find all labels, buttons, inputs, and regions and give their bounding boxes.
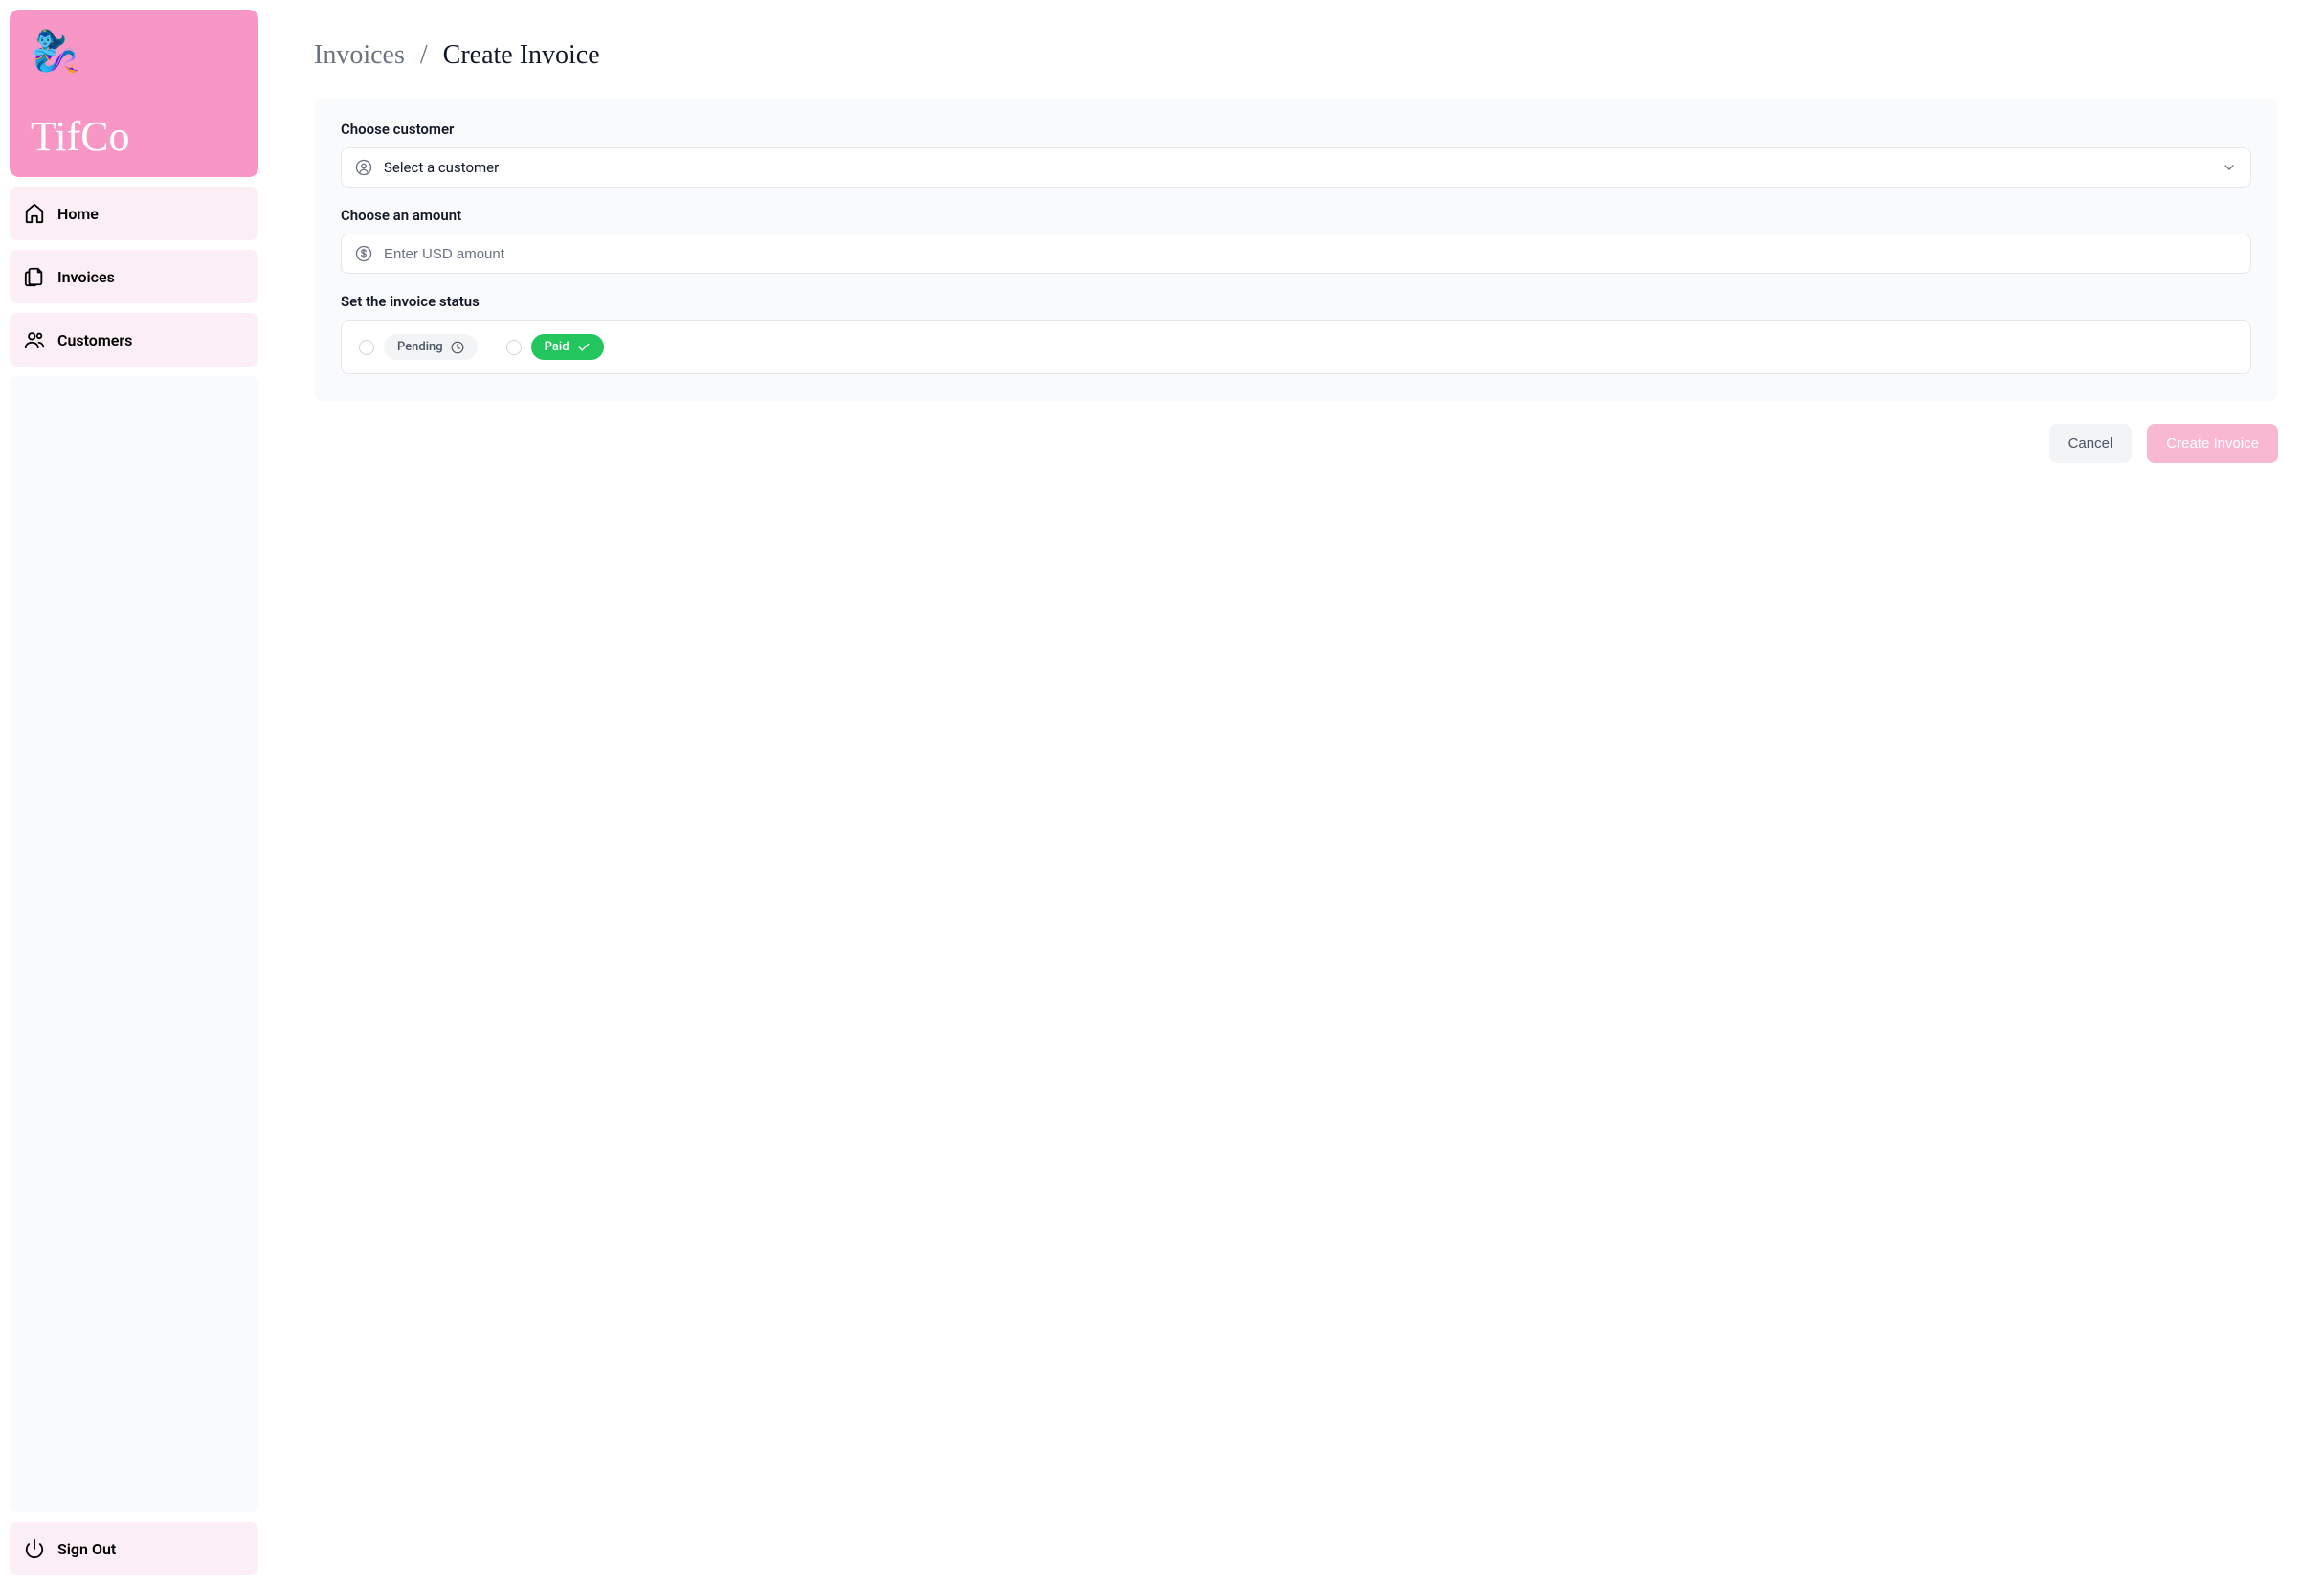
status-option-pending[interactable]: Pending xyxy=(359,334,478,360)
sidebar-item-label: Customers xyxy=(57,331,132,349)
paid-badge-label: Paid xyxy=(545,340,570,354)
amount-label: Choose an amount xyxy=(341,207,2251,224)
paid-badge: Paid xyxy=(531,334,604,360)
customer-select[interactable]: Select a customer xyxy=(341,147,2251,188)
create-invoice-button[interactable]: Create Invoice xyxy=(2147,424,2278,463)
breadcrumb: Invoices / Create Invoice xyxy=(314,40,2278,71)
customer-label: Choose customer xyxy=(341,121,2251,138)
sidebar-item-label: Sign Out xyxy=(57,1540,116,1558)
breadcrumb-separator: / xyxy=(420,40,428,71)
amount-input[interactable] xyxy=(384,246,2237,262)
users-icon xyxy=(23,328,46,351)
customer-group: Choose customer Select a customer xyxy=(341,121,2251,188)
form-actions: Cancel Create Invoice xyxy=(314,424,2278,463)
chevron-down-icon xyxy=(2222,160,2237,175)
clock-icon xyxy=(451,341,464,354)
power-icon xyxy=(23,1537,46,1560)
cancel-button[interactable]: Cancel xyxy=(2049,424,2133,463)
sidebar-item-label: Invoices xyxy=(57,268,115,286)
sidebar-item-customers[interactable]: Customers xyxy=(10,313,258,367)
brand-emoji: 🧞‍♀️ xyxy=(31,33,237,73)
customer-select-value: Select a customer xyxy=(384,159,2210,176)
sidebar-item-signout[interactable]: Sign Out xyxy=(10,1522,258,1575)
amount-input-wrapper xyxy=(341,234,2251,274)
main-content: Invoices / Create Invoice Choose custome… xyxy=(268,0,2324,1585)
status-group: Set the invoice status Pending xyxy=(341,293,2251,374)
dollar-icon xyxy=(355,245,372,262)
form-card: Choose customer Select a customer xyxy=(314,98,2278,401)
brand-card[interactable]: 🧞‍♀️ TifCo xyxy=(10,10,258,177)
radio-input[interactable] xyxy=(506,340,522,355)
home-icon xyxy=(23,202,46,225)
brand-name: TifCo xyxy=(31,116,237,158)
check-icon xyxy=(577,341,591,354)
status-option-paid[interactable]: Paid xyxy=(506,334,604,360)
breadcrumb-current: Create Invoice xyxy=(443,40,600,71)
amount-group: Choose an amount xyxy=(341,207,2251,274)
breadcrumb-parent[interactable]: Invoices xyxy=(314,40,405,71)
sidebar: 🧞‍♀️ TifCo Home Invoices xyxy=(0,0,268,1585)
sidebar-spacer xyxy=(10,376,258,1512)
pending-badge: Pending xyxy=(384,334,478,360)
status-options: Pending Paid xyxy=(341,320,2251,374)
radio-input[interactable] xyxy=(359,340,374,355)
pending-badge-label: Pending xyxy=(397,340,443,354)
sidebar-item-home[interactable]: Home xyxy=(10,187,258,240)
sidebar-item-label: Home xyxy=(57,205,99,223)
documents-icon xyxy=(23,265,46,288)
user-circle-icon xyxy=(355,159,372,176)
status-label: Set the invoice status xyxy=(341,293,2251,310)
sidebar-item-invoices[interactable]: Invoices xyxy=(10,250,258,303)
